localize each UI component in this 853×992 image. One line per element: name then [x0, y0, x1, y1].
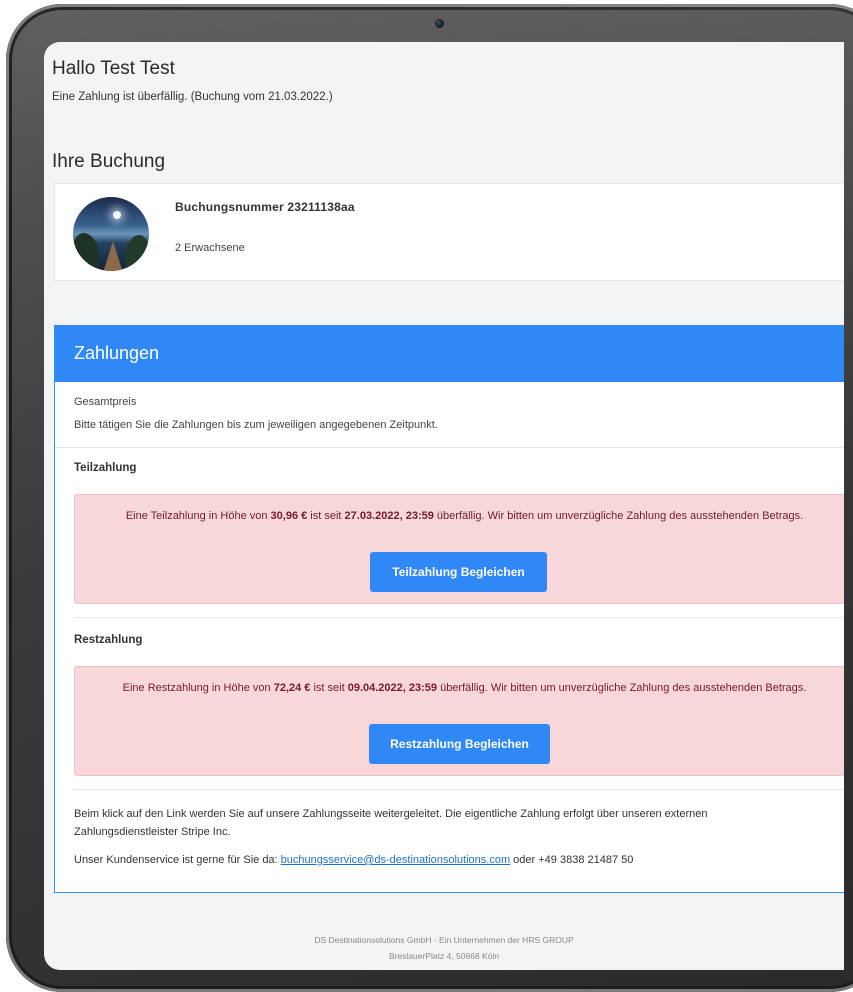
payments-header: Zahlungen — [55, 325, 844, 382]
contact-line: Unser Kundenservice ist gerne für Sie da… — [74, 854, 634, 866]
trees-right-shape — [125, 235, 149, 271]
email-screen: Hallo Test Test Eine Zahlung ist überfäl… — [44, 42, 844, 970]
payment-instruction: Bitte tätigen Sie die Zahlungen bis zum … — [74, 419, 438, 431]
remaining-payment-alert-text: Eine Restzahlung in Höhe von 72,24 € ist… — [122, 682, 807, 694]
guest-count: 2 Erwachsene — [175, 242, 245, 254]
booking-image — [73, 197, 149, 271]
booking-section-title: Ihre Buchung — [52, 151, 166, 172]
divider — [74, 617, 844, 618]
camera-icon — [435, 19, 444, 28]
booking-card: Buchungsnummer 23211138aa 2 Erwachsene — [54, 183, 844, 281]
payments-title: Zahlungen — [74, 343, 160, 363]
remaining-payment-heading: Restzahlung — [74, 634, 143, 646]
pay-remaining-button[interactable]: Restzahlung Begleichen — [369, 724, 550, 764]
contact-email-link[interactable]: buchungsservice@ds-destinationsolutions.… — [281, 854, 510, 866]
partial-payment-heading: Teilzahlung — [74, 462, 137, 474]
booking-number: Buchungsnummer 23211138aa — [175, 200, 355, 214]
footer-company: DS Destinationsolutions GmbH - Ein Unter… — [314, 935, 574, 945]
remaining-payment-amount: 72,24 € — [273, 682, 311, 694]
pay-partial-button[interactable]: Teilzahlung Begleichen — [370, 552, 547, 592]
partial-payment-alert: Eine Teilzahlung in Höhe von 30,96 € ist… — [74, 494, 844, 604]
moon-shape — [113, 211, 121, 219]
total-price-label: Gesamtpreis — [74, 396, 137, 408]
payments-card: Zahlungen Gesamtpreis Bitte tätigen Sie … — [54, 325, 844, 893]
footer-address: BreslauerPlatz 4, 50668 Köln — [388, 951, 500, 961]
tablet-frame: Hallo Test Test Eine Zahlung ist überfäl… — [6, 4, 853, 992]
redirect-note: Beim klick auf den Link werden Sie auf u… — [74, 808, 708, 838]
partial-payment-due: 27.03.2022, 23:59 — [344, 510, 434, 522]
greeting-heading: Hallo Test Test — [52, 58, 175, 79]
remaining-payment-due: 09.04.2022, 23:59 — [347, 682, 438, 694]
divider — [74, 789, 844, 790]
remaining-payment-alert: Eine Restzahlung in Höhe von 72,24 € ist… — [74, 666, 844, 776]
partial-payment-amount: 30,96 € — [270, 510, 308, 522]
overdue-note: Eine Zahlung ist überfällig. (Buchung vo… — [52, 91, 333, 103]
partial-payment-alert-text: Eine Teilzahlung in Höhe von 30,96 € ist… — [125, 510, 804, 522]
bridge-shape — [103, 241, 123, 271]
trees-left-shape — [73, 233, 99, 271]
divider — [55, 447, 844, 448]
